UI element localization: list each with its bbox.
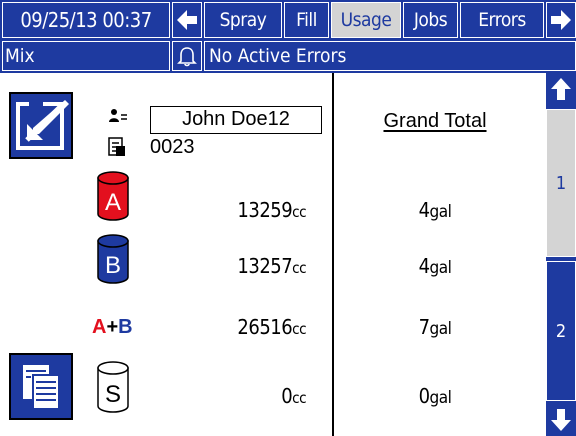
job-report-button[interactable]: [9, 353, 73, 420]
solvent-job-unit: cc: [292, 389, 306, 407]
component-a-label: A: [105, 189, 121, 216]
mixed-plus-sign: +: [106, 316, 119, 338]
tab-errors[interactable]: Errors: [460, 2, 544, 38]
solvent-cylinder-icon: S: [97, 361, 129, 413]
mixed-total-unit: gal: [429, 319, 452, 339]
job-document-icon: [108, 137, 125, 156]
page-scroll-column: 1 2: [546, 73, 576, 436]
component-b-label: B: [105, 252, 121, 279]
solvent-total-number: 0: [418, 384, 430, 408]
mixed-ab-label: A+B: [92, 315, 133, 339]
solvent-total: 0gal: [375, 384, 495, 410]
job-number: 0023: [150, 136, 195, 158]
mixed-total: 7gal: [375, 315, 495, 341]
datetime-display: 09/25/13 00:37: [2, 2, 170, 38]
tab-jobs[interactable]: Jobs: [403, 2, 458, 38]
component-b-total-unit: gal: [429, 258, 452, 278]
report-pages-icon: [23, 365, 60, 410]
column-divider: [332, 73, 334, 436]
user-id-icon: [109, 109, 127, 122]
component-b-job-unit: cc: [292, 259, 306, 277]
bell-icon: [177, 47, 197, 67]
mode-indicator: Mix: [2, 41, 170, 71]
alarm-indicator: [172, 41, 202, 71]
component-b-total: 4gal: [375, 254, 495, 280]
solvent-job-value: 0cc: [186, 384, 306, 410]
tab-usage[interactable]: Usage: [331, 2, 401, 38]
error-status-text: No Active Errors: [204, 41, 576, 71]
scroll-up-button[interactable]: [546, 73, 576, 105]
edit-job-button[interactable]: [9, 92, 73, 159]
mixed-b-letter: B: [118, 316, 133, 338]
mixed-job-number: 26516: [237, 315, 293, 339]
usage-panel: John Doe12 0023 Grand Total A 13259cc 4g…: [0, 73, 546, 436]
arrow-right-icon: [551, 10, 571, 30]
arrow-up-icon: [551, 78, 571, 100]
mixed-job-value: 26516cc: [186, 315, 306, 341]
scroll-down-button[interactable]: [546, 404, 576, 436]
component-b-job-value: 13257cc: [186, 254, 306, 280]
mixed-a-letter: A: [92, 316, 107, 338]
status-bar: Mix No Active Errors: [0, 40, 576, 73]
page-2-button[interactable]: 2: [546, 261, 576, 401]
solvent-total-unit: gal: [429, 388, 452, 408]
solvent-label: S: [105, 381, 121, 408]
usage-screen: 09/25/13 00:37 Spray Fill Usage Jobs Err…: [0, 0, 576, 436]
component-a-total-unit: gal: [429, 202, 452, 222]
solvent-job-number: 0: [281, 384, 293, 408]
component-a-total: 4gal: [375, 198, 495, 224]
mixed-job-unit: cc: [292, 320, 306, 338]
mixed-total-number: 7: [418, 315, 430, 339]
nav-back-button[interactable]: [172, 2, 202, 38]
component-b-job-number: 13257: [237, 254, 293, 278]
page-1-button[interactable]: 1: [546, 109, 576, 257]
component-a-total-number: 4: [418, 198, 430, 222]
component-a-cylinder-icon: A: [97, 171, 129, 221]
component-a-job-unit: cc: [292, 203, 306, 221]
component-a-job-number: 13259: [237, 198, 293, 222]
user-name-field[interactable]: John Doe12: [150, 106, 322, 134]
tab-fill[interactable]: Fill: [284, 2, 329, 38]
component-a-job-value: 13259cc: [186, 198, 306, 224]
grand-total-header: Grand Total: [383, 110, 487, 132]
arrow-down-icon: [551, 409, 571, 431]
component-b-cylinder-icon: B: [97, 234, 129, 284]
component-b-total-number: 4: [418, 254, 430, 278]
edit-pencil-icon: [16, 100, 69, 150]
nav-forward-button[interactable]: [546, 2, 576, 38]
arrow-left-icon: [177, 10, 197, 30]
tab-spray[interactable]: Spray: [204, 2, 282, 38]
top-nav-bar: 09/25/13 00:37 Spray Fill Usage Jobs Err…: [0, 0, 576, 40]
